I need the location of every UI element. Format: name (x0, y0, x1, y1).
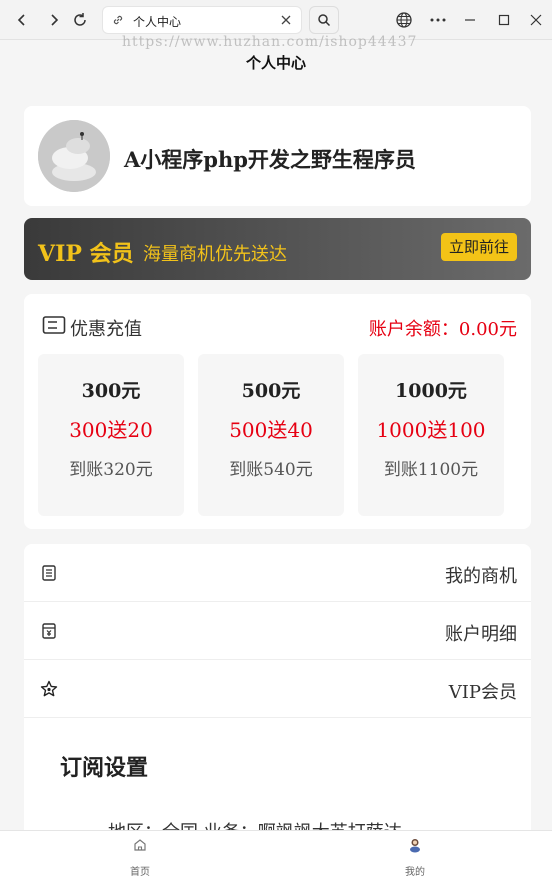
profile-card[interactable]: A小程序php开发之野生程序员 (24, 106, 531, 206)
forward-button[interactable] (42, 8, 66, 32)
package-arrive: 到账540元 (229, 460, 313, 480)
minimize-icon (465, 19, 475, 21)
bottom-tabbar: 首页 我的 (0, 830, 552, 880)
subscription-title: 订阅设置 (60, 755, 149, 781)
profile-name: A小程序php开发之野生程序员 (124, 147, 416, 172)
account-balance: 账户余额：0.00元 (368, 319, 517, 340)
vip-go-button[interactable]: 立即前往 (440, 233, 517, 261)
more-icon (430, 18, 446, 22)
recharge-package-1000[interactable]: 1000元 1000送100 到账1100元 (358, 354, 504, 516)
recharge-card: 优惠充值 账户余额：0.00元 300元 300送20 到账320元 500元 … (24, 294, 531, 529)
chevron-right-icon (51, 14, 59, 26)
chevron-left-icon (17, 14, 25, 26)
vip-title: VIP 会员 (38, 241, 134, 267)
list-icon (42, 565, 56, 581)
star-icon (40, 680, 58, 697)
watermark: https://www.huzhan.com/ishop44437 (122, 34, 418, 50)
search-button[interactable] (309, 6, 339, 34)
recharge-title: 优惠充值 (70, 319, 142, 340)
window-close-button[interactable] (524, 8, 548, 32)
vip-banner[interactable]: VIP 会员 海量商机优先送达 立即前往 (24, 218, 531, 280)
maximize-button[interactable] (492, 8, 516, 32)
link-icon (113, 15, 123, 25)
close-icon (530, 14, 542, 26)
menu-card: 我的商机 账户明细 VIP会员 订阅设置 地区：全国 业务：啊飒飒大苏打萨达 (24, 544, 531, 844)
tab-home[interactable]: 首页 (110, 837, 170, 878)
tab-mine[interactable]: 我的 (385, 837, 445, 878)
package-amount: 500元 (241, 380, 301, 402)
menu-item-my-leads[interactable]: 我的商机 (24, 544, 531, 602)
menu-item-label: 账户明细 (445, 624, 517, 645)
menu-item-account-detail[interactable]: 账户明细 (24, 602, 531, 660)
menu-item-label: VIP会员 (448, 682, 517, 703)
coupon-icon (42, 316, 66, 334)
package-bonus: 300送20 (69, 418, 153, 442)
avatar-image (38, 120, 110, 192)
receipt-icon (42, 623, 56, 639)
refresh-button[interactable] (68, 8, 92, 32)
avatar[interactable] (38, 120, 110, 192)
menu-item-vip[interactable]: VIP会员 (24, 660, 531, 718)
tab-title: 个人中心 (133, 15, 182, 29)
recharge-package-500[interactable]: 500元 500送40 到账540元 (198, 354, 344, 516)
menu-item-label: 我的商机 (445, 566, 517, 587)
search-icon (318, 14, 331, 27)
language-button[interactable] (392, 8, 416, 32)
browser-tab[interactable]: 个人中心 (102, 6, 302, 34)
recharge-package-300[interactable]: 300元 300送20 到账320元 (38, 354, 184, 516)
package-arrive: 到账1100元 (383, 460, 479, 480)
home-icon (134, 839, 146, 851)
package-amount: 1000元 (395, 380, 467, 402)
back-button[interactable] (10, 8, 34, 32)
close-icon[interactable] (279, 13, 293, 27)
package-bonus: 1000送100 (376, 418, 486, 442)
tab-label: 首页 (130, 867, 150, 878)
package-arrive: 到账320元 (69, 460, 153, 480)
package-amount: 300元 (81, 380, 141, 402)
more-button[interactable] (426, 8, 450, 32)
maximize-icon (498, 14, 510, 26)
globe-icon (396, 12, 412, 28)
user-icon (410, 839, 420, 853)
page-title: 个人中心 (245, 54, 306, 72)
vip-slogan: 海量商机优先送达 (143, 244, 287, 265)
package-bonus: 500送40 (229, 418, 313, 442)
refresh-icon (74, 13, 86, 26)
minimize-button[interactable] (458, 8, 482, 32)
tab-label: 我的 (405, 867, 425, 878)
